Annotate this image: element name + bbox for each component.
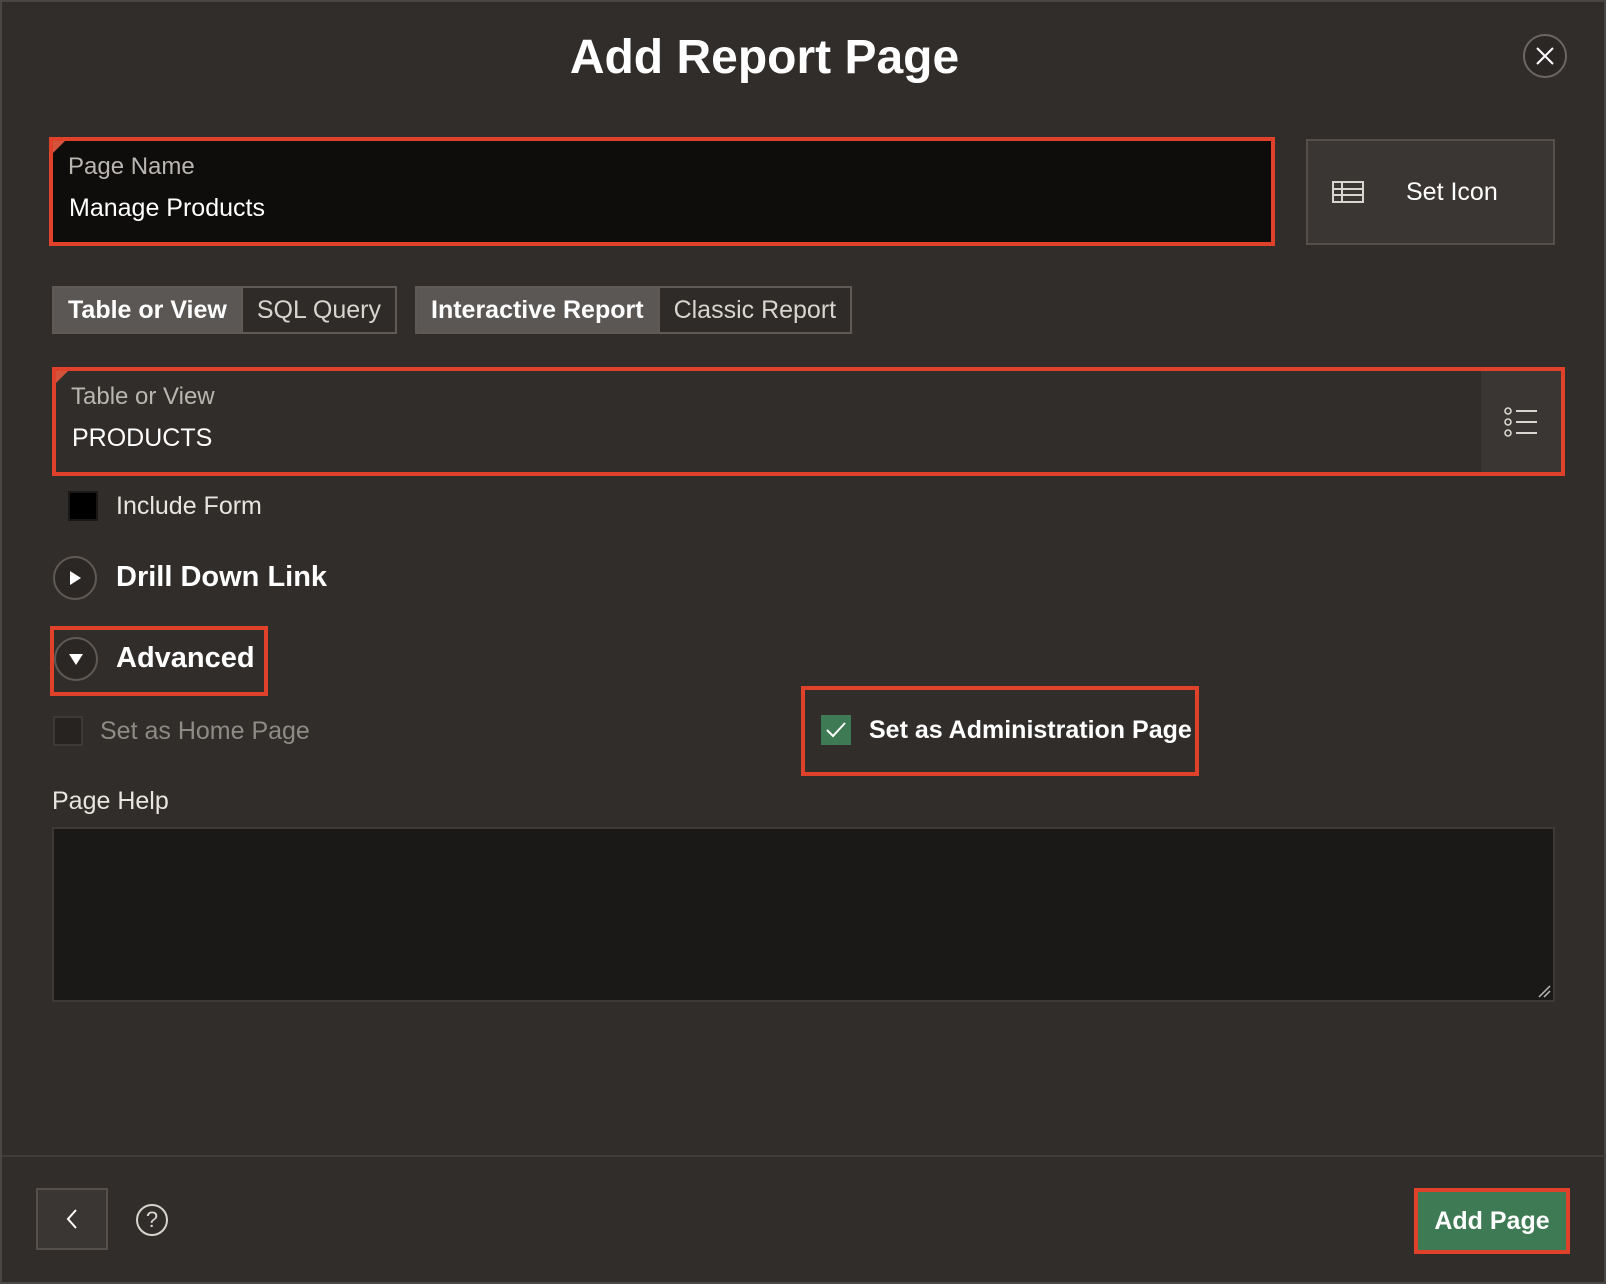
source-option-sql-query[interactable]: SQL Query (240, 288, 395, 332)
home-page-label: Set as Home Page (100, 717, 310, 745)
advanced-toggle[interactable] (54, 637, 98, 681)
page-help-textarea[interactable] (52, 827, 1555, 1002)
back-button[interactable] (36, 1188, 108, 1250)
check-icon (826, 722, 846, 738)
admin-page-label: Set as Administration Page (869, 716, 1192, 744)
required-indicator (53, 141, 65, 153)
page-name-field[interactable]: Page Name Manage Products (49, 137, 1275, 246)
report-option-interactive[interactable]: Interactive Report (417, 288, 658, 332)
close-icon (1536, 47, 1554, 65)
source-option-table-or-view[interactable]: Table or View (54, 288, 241, 332)
help-icon[interactable]: ? (136, 1204, 168, 1236)
drill-down-toggle[interactable] (53, 556, 97, 600)
admin-page-option[interactable]: Set as Administration Page (801, 686, 1199, 776)
chevron-down-icon (69, 654, 83, 665)
include-form-label: Include Form (116, 492, 262, 520)
page-help-label: Page Help (52, 787, 169, 815)
set-icon-button[interactable]: Set Icon (1306, 139, 1555, 245)
required-indicator (56, 371, 68, 383)
close-button[interactable] (1523, 34, 1567, 78)
report-type-toggle: Interactive Report Classic Report (415, 286, 853, 334)
source-toggle: Table or View SQL Query (52, 286, 397, 334)
list-icon (1504, 406, 1537, 437)
set-icon-label: Set Icon (1406, 177, 1498, 206)
table-grid-icon (1332, 181, 1364, 203)
list-of-values-button[interactable] (1481, 371, 1561, 472)
admin-page-checkbox[interactable] (821, 715, 851, 745)
add-page-button[interactable]: Add Page (1418, 1192, 1566, 1250)
resize-handle-icon[interactable] (1537, 984, 1551, 998)
page-name-label: Page Name (68, 153, 195, 180)
table-or-view-field[interactable]: Table or View PRODUCTS (52, 367, 1565, 476)
chevron-right-icon (70, 571, 81, 585)
drill-down-link-heading[interactable]: Drill Down Link (116, 561, 327, 594)
chevron-left-icon (66, 1209, 77, 1229)
include-form-checkbox[interactable] (68, 491, 98, 521)
home-page-checkbox[interactable] (53, 716, 83, 746)
table-or-view-label: Table or View (71, 383, 215, 410)
table-or-view-input[interactable]: PRODUCTS (72, 424, 212, 453)
advanced-heading: Advanced (116, 642, 255, 674)
dialog-title: Add Report Page (569, 31, 960, 84)
report-option-classic[interactable]: Classic Report (657, 288, 851, 332)
footer-divider (2, 1155, 1606, 1157)
page-name-input[interactable]: Manage Products (69, 194, 265, 223)
advanced-section-header[interactable]: Advanced (50, 626, 268, 696)
add-report-page-dialog: Add Report Page Page Name Manage Product… (0, 0, 1606, 1284)
